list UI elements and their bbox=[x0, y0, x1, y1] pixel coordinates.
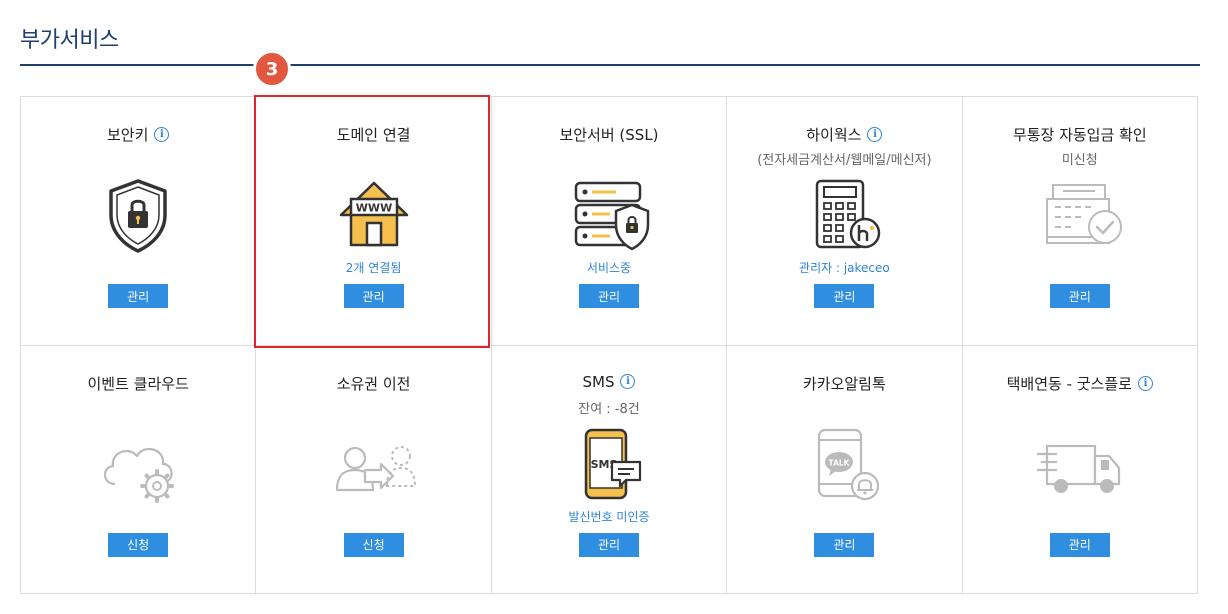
card-subtitle: (전자세금계산서/웹메일/메신저) bbox=[757, 153, 932, 168]
card-title-text: 도메인 연결 bbox=[336, 126, 411, 144]
info-icon[interactable]: i bbox=[154, 127, 170, 142]
manage-button[interactable]: 관리 bbox=[1049, 284, 1110, 308]
card-title-text: SMS bbox=[582, 372, 615, 391]
service-card-auto-deposit: 무통장 자동입금 확인 미신청 관리 bbox=[962, 97, 1198, 346]
service-card-event-cloud: 이벤트 클라우드 신청 bbox=[21, 345, 257, 594]
service-card-domain-connect: 도메인 연결 WWW 2개 연결됨 관리 bbox=[256, 97, 492, 346]
card-title: 보안서버 (SSL) bbox=[492, 124, 726, 145]
card-status: 서비스중 bbox=[586, 261, 632, 275]
www-house-icon: WWW bbox=[329, 175, 419, 255]
info-icon[interactable]: i bbox=[620, 374, 636, 389]
talk-label: TALK bbox=[829, 458, 851, 467]
card-subtitle: 미신청 bbox=[1061, 153, 1098, 168]
apply-button[interactable]: 신청 bbox=[343, 532, 404, 557]
service-card-security-key: 보안키 i 관리 bbox=[21, 97, 257, 346]
manage-button[interactable]: 관리 bbox=[108, 284, 169, 308]
service-card-ssl: 보안서버 (SSL) 서비스중 관리 bbox=[491, 97, 728, 346]
card-title: 하이웍스 i bbox=[727, 124, 961, 145]
manage-button[interactable]: 관리 bbox=[343, 284, 404, 308]
info-icon[interactable]: i bbox=[1137, 375, 1153, 391]
server-shield-icon bbox=[564, 175, 654, 255]
card-status: 2개 연결됨 bbox=[345, 261, 402, 275]
card-title-text: 이벤트 클라우드 bbox=[87, 374, 189, 393]
card-status: 발신번호 미인증 bbox=[568, 509, 650, 524]
card-title-text: 보안서버 (SSL) bbox=[559, 126, 659, 144]
service-card-ownership-transfer: 소유권 이전 신청 bbox=[256, 345, 492, 594]
sms-phone-icon: SMS bbox=[564, 424, 654, 504]
apply-button[interactable]: 신청 bbox=[108, 532, 169, 557]
card-title: 카카오알림톡 bbox=[727, 373, 961, 394]
service-grid: 보안키 i 관리 도메인 연결 WWW 2개 연결됨 관리 보안서버 (SSL)… bbox=[20, 96, 1198, 594]
card-title-text: 카카오알림톡 bbox=[802, 374, 886, 393]
card-title-text: 무통장 자동입금 확인 bbox=[1012, 126, 1147, 144]
manage-button[interactable]: 관리 bbox=[1049, 532, 1110, 557]
title-divider bbox=[20, 64, 1200, 66]
card-title: 무통장 자동입금 확인 bbox=[963, 124, 1197, 145]
manage-button[interactable]: 관리 bbox=[578, 532, 639, 557]
kakao-talk-phone-icon: TALK bbox=[799, 424, 889, 504]
card-title: 택배연동 - 굿스플로 i bbox=[963, 373, 1197, 394]
section-title: 부가서비스 bbox=[20, 28, 119, 53]
card-title-text: 보안키 bbox=[106, 126, 149, 144]
shield-lock-icon bbox=[93, 175, 183, 255]
service-card-delivery-goodsflow: 택배연동 - 굿스플로 i 관리 bbox=[962, 345, 1198, 594]
card-title: 보안키 i bbox=[21, 124, 255, 145]
card-title-text: 소유권 이전 bbox=[336, 374, 411, 393]
card-title: SMS i bbox=[492, 373, 726, 391]
service-card-sms: SMS i 잔여 : -8건 SMS 발신번호 미인증 관리 bbox=[491, 345, 728, 594]
card-title: 이벤트 클라우드 bbox=[21, 373, 255, 394]
manage-button[interactable]: 관리 bbox=[814, 532, 875, 557]
service-card-hiworks: 하이웍스 i (전자세금계산서/웹메일/메신저) 관리자 : jakeceo 관… bbox=[727, 97, 963, 346]
ownership-transfer-icon bbox=[329, 424, 419, 504]
cloud-gear-icon bbox=[93, 424, 183, 504]
card-status: 관리자 : jakeceo bbox=[799, 261, 890, 275]
card-title-text: 택배연동 - 굿스플로 bbox=[1006, 374, 1132, 393]
www-label: WWW bbox=[355, 202, 391, 215]
card-title-text: 하이웍스 bbox=[806, 126, 862, 144]
delivery-truck-icon bbox=[1035, 424, 1125, 504]
calculator-icon bbox=[799, 175, 889, 255]
info-icon[interactable]: i bbox=[867, 127, 883, 142]
manage-button[interactable]: 관리 bbox=[578, 284, 639, 308]
card-subtitle: 잔여 : -8건 bbox=[578, 401, 640, 417]
card-title: 도메인 연결 bbox=[256, 124, 490, 145]
step-badge: 3 bbox=[253, 50, 291, 88]
service-card-kakao-alimtalk: 카카오알림톡 TALK 관리 bbox=[727, 345, 963, 594]
bank-check-icon bbox=[1035, 175, 1125, 255]
card-title: 소유권 이전 bbox=[256, 373, 490, 394]
manage-button[interactable]: 관리 bbox=[814, 284, 875, 308]
